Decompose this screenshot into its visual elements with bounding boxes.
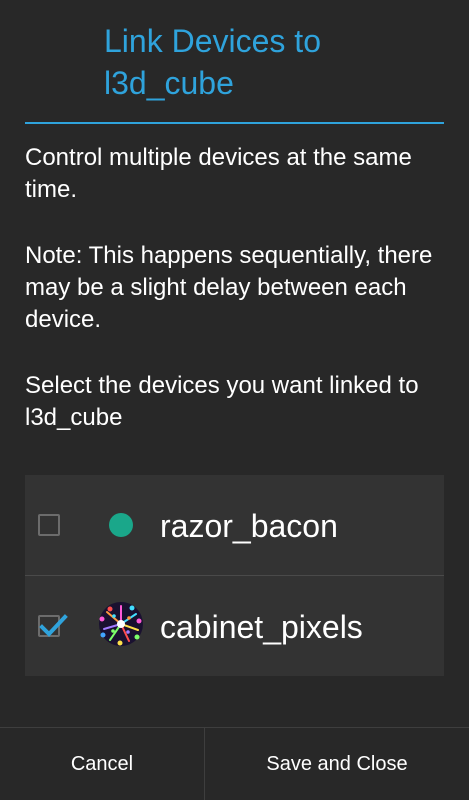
device-name: razor_bacon [160,508,338,544]
device-name: cabinet_pixels [160,609,363,645]
device-checkbox-cabinet-pixels[interactable] [38,614,68,637]
note-text: Note: This happens sequentially, there m… [25,242,433,333]
device-checkbox-razor-bacon[interactable] [38,514,60,536]
checkmark-icon [39,614,68,637]
dialog-button-bar: Cancel Save and Close [0,727,469,800]
status-dot-icon [109,513,133,537]
device-row-cabinet-pixels[interactable]: cabinet_pixels [25,576,444,676]
dialog-title-line-1: Link Devices to [104,23,321,59]
instruction-text: Select the devices you want linked to l3… [25,372,419,431]
sparkle-avatar-icon [99,602,143,646]
cancel-button[interactable]: Cancel [0,728,204,800]
device-list: razor_bacon cabinet_pixels [25,475,444,676]
description-text: Control multiple devices at the same tim… [25,144,412,203]
dialog-title-line-2: l3d_cube [104,65,234,101]
title-divider [25,122,444,124]
device-row-razor-bacon[interactable]: razor_bacon [25,475,444,575]
save-and-close-button[interactable]: Save and Close [205,728,469,800]
dialog-title: Link Devices to l3d_cube [104,20,444,104]
